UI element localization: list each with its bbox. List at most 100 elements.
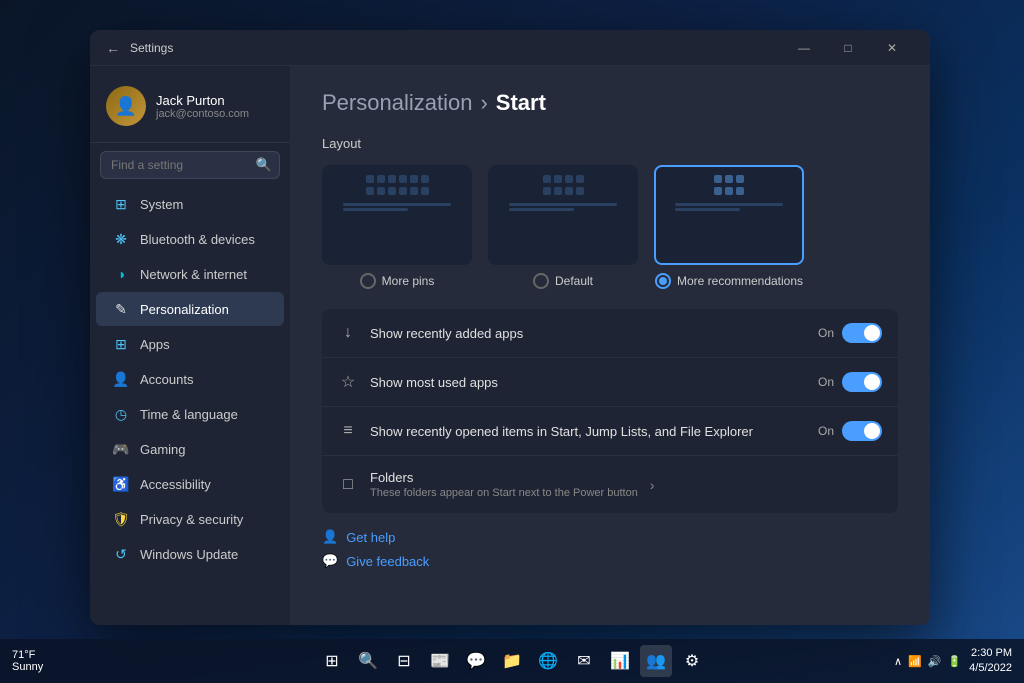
setting-icon-recently-added: ↓ bbox=[338, 324, 358, 342]
weather-info[interactable]: 71°F Sunny bbox=[12, 649, 43, 673]
sidebar: 👤 Jack Purton jack@contoso.com 🔍 ⊞ Syste… bbox=[90, 66, 290, 625]
sidebar-item-privacy[interactable]: 🛡 Privacy & security bbox=[96, 502, 284, 536]
nav-label-privacy: Privacy & security bbox=[140, 512, 243, 527]
taskview-button[interactable]: ⊟ bbox=[388, 645, 420, 677]
help-icon: 👤 bbox=[322, 529, 338, 545]
sidebar-item-accounts[interactable]: 👤 Accounts bbox=[96, 362, 284, 396]
explorer-button[interactable]: 📁 bbox=[496, 645, 528, 677]
give-feedback-link[interactable]: 💬 Give feedback bbox=[322, 553, 898, 569]
taskbar-right: ∧ 📶 🔊 🔋 2:30 PM 4/5/2022 bbox=[894, 646, 1012, 677]
layout-option-more-pins[interactable]: More pins bbox=[322, 165, 472, 289]
title-bar: ← Settings — □ ✕ bbox=[90, 30, 930, 66]
minimize-button[interactable]: — bbox=[782, 32, 826, 64]
nav-label-personalization: Personalization bbox=[140, 302, 229, 317]
sidebar-item-gaming[interactable]: 🎮 Gaming bbox=[96, 432, 284, 466]
setting-right-recently-added: On bbox=[818, 323, 882, 343]
radio-more-pins bbox=[360, 273, 376, 289]
layout-preview-more-pins bbox=[322, 165, 472, 265]
setting-text-recently-added: Show recently added apps bbox=[370, 326, 806, 341]
setting-sub-folders: These folders appear on Start next to th… bbox=[370, 487, 638, 499]
teams-button[interactable]: 👥 bbox=[640, 645, 672, 677]
nav-icon-apps: ⊞ bbox=[112, 335, 130, 353]
radio-more-recommendations bbox=[655, 273, 671, 289]
time-date[interactable]: 2:30 PM 4/5/2022 bbox=[969, 646, 1012, 677]
layout-preview-default bbox=[488, 165, 638, 265]
breadcrumb-current: Start bbox=[496, 90, 546, 116]
radio-label-more-recommendations[interactable]: More recommendations bbox=[655, 273, 803, 289]
search-box: 🔍 bbox=[100, 151, 280, 179]
nav-label-accessibility: Accessibility bbox=[140, 477, 211, 492]
layout-label: Layout bbox=[322, 136, 898, 151]
avatar: 👤 bbox=[106, 86, 146, 126]
taskbar-center: ⊞ 🔍 ⊟ 📰 💬 📁 🌐 ✉ 📊 👥 ⚙ bbox=[316, 645, 708, 677]
get-help-link[interactable]: 👤 Get help bbox=[322, 529, 898, 545]
sidebar-item-personalization[interactable]: ✎ Personalization bbox=[96, 292, 284, 326]
setting-row-recently-added: ↓ Show recently added apps On bbox=[322, 309, 898, 358]
setting-text-recently-opened: Show recently opened items in Start, Jum… bbox=[370, 424, 806, 439]
taskbar-left: 71°F Sunny bbox=[12, 649, 43, 673]
sidebar-item-accessibility[interactable]: ♿ Accessibility bbox=[96, 467, 284, 501]
nav-list: ⊞ System ❋ Bluetooth & devices ◑ Network… bbox=[90, 187, 290, 571]
start-button[interactable]: ⊞ bbox=[316, 645, 348, 677]
tray-arrow[interactable]: ∧ bbox=[894, 655, 902, 668]
nav-icon-bluetooth: ❋ bbox=[112, 230, 130, 248]
weather-condition: Sunny bbox=[12, 661, 43, 673]
sidebar-item-time[interactable]: ◷ Time & language bbox=[96, 397, 284, 431]
mail-button[interactable]: ✉ bbox=[568, 645, 600, 677]
radio-label-more-pins[interactable]: More pins bbox=[360, 273, 435, 289]
setting-text-folders: Folders bbox=[370, 470, 638, 485]
layout-preview-more-recommendations bbox=[654, 165, 804, 265]
sidebar-item-apps[interactable]: ⊞ Apps bbox=[96, 327, 284, 361]
radio-default bbox=[533, 273, 549, 289]
breadcrumb-parent: Personalization bbox=[322, 90, 472, 116]
window-controls: — □ ✕ bbox=[782, 32, 914, 64]
sidebar-item-system[interactable]: ⊞ System bbox=[96, 187, 284, 221]
nav-icon-gaming: 🎮 bbox=[112, 440, 130, 458]
volume-icon[interactable]: 🔊 bbox=[928, 655, 942, 668]
toggle-recently-added[interactable] bbox=[842, 323, 882, 343]
excel-button[interactable]: 📊 bbox=[604, 645, 636, 677]
toggle-label-recently-opened: On bbox=[818, 424, 834, 438]
search-input[interactable] bbox=[100, 151, 280, 179]
nav-label-accounts: Accounts bbox=[140, 372, 193, 387]
nav-label-system: System bbox=[140, 197, 183, 212]
wifi-icon[interactable]: 📶 bbox=[908, 655, 922, 668]
nav-icon-privacy: 🛡 bbox=[112, 510, 130, 528]
radio-label-default[interactable]: Default bbox=[533, 273, 593, 289]
layout-option-more-recommendations[interactable]: More recommendations bbox=[654, 165, 804, 289]
search-taskbar-button[interactable]: 🔍 bbox=[352, 645, 384, 677]
setting-row-folders[interactable]: □ Folders These folders appear on Start … bbox=[322, 456, 898, 513]
edge-button[interactable]: 🌐 bbox=[532, 645, 564, 677]
widgets-button[interactable]: 📰 bbox=[424, 645, 456, 677]
help-links: 👤 Get help 💬 Give feedback bbox=[322, 529, 898, 569]
search-icon: 🔍 bbox=[256, 157, 272, 173]
nav-label-apps: Apps bbox=[140, 337, 170, 352]
user-profile[interactable]: 👤 Jack Purton jack@contoso.com bbox=[90, 78, 290, 143]
sidebar-item-network[interactable]: ◑ Network & internet bbox=[96, 257, 284, 291]
nav-label-time: Time & language bbox=[140, 407, 238, 422]
weather-temp: 71°F bbox=[12, 649, 43, 661]
nav-label-network: Network & internet bbox=[140, 267, 247, 282]
setting-icon-folders: □ bbox=[338, 476, 358, 494]
setting-right-most-used: On bbox=[818, 372, 882, 392]
nav-icon-update: ↺ bbox=[112, 545, 130, 563]
nav-label-bluetooth: Bluetooth & devices bbox=[140, 232, 255, 247]
nav-label-gaming: Gaming bbox=[140, 442, 186, 457]
toggle-most-used[interactable] bbox=[842, 372, 882, 392]
layout-option-default[interactable]: Default bbox=[488, 165, 638, 289]
chat-button[interactable]: 💬 bbox=[460, 645, 492, 677]
battery-icon[interactable]: 🔋 bbox=[947, 655, 961, 668]
maximize-button[interactable]: □ bbox=[826, 32, 870, 64]
content-area: Personalization › Start Layout More pins bbox=[290, 66, 930, 625]
sidebar-item-bluetooth[interactable]: ❋ Bluetooth & devices bbox=[96, 222, 284, 256]
toggle-recently-opened[interactable] bbox=[842, 421, 882, 441]
settings-window: ← Settings — □ ✕ 👤 Jack Purton jack@cont… bbox=[90, 30, 930, 625]
close-button[interactable]: ✕ bbox=[870, 32, 914, 64]
settings-taskbar-button[interactable]: ⚙ bbox=[676, 645, 708, 677]
setting-right-recently-opened: On bbox=[818, 421, 882, 441]
setting-text-most-used: Show most used apps bbox=[370, 375, 806, 390]
clock: 2:30 PM bbox=[969, 646, 1012, 661]
back-button[interactable]: ← bbox=[106, 40, 120, 56]
sidebar-item-update[interactable]: ↺ Windows Update bbox=[96, 537, 284, 571]
setting-icon-most-used: ☆ bbox=[338, 372, 358, 392]
